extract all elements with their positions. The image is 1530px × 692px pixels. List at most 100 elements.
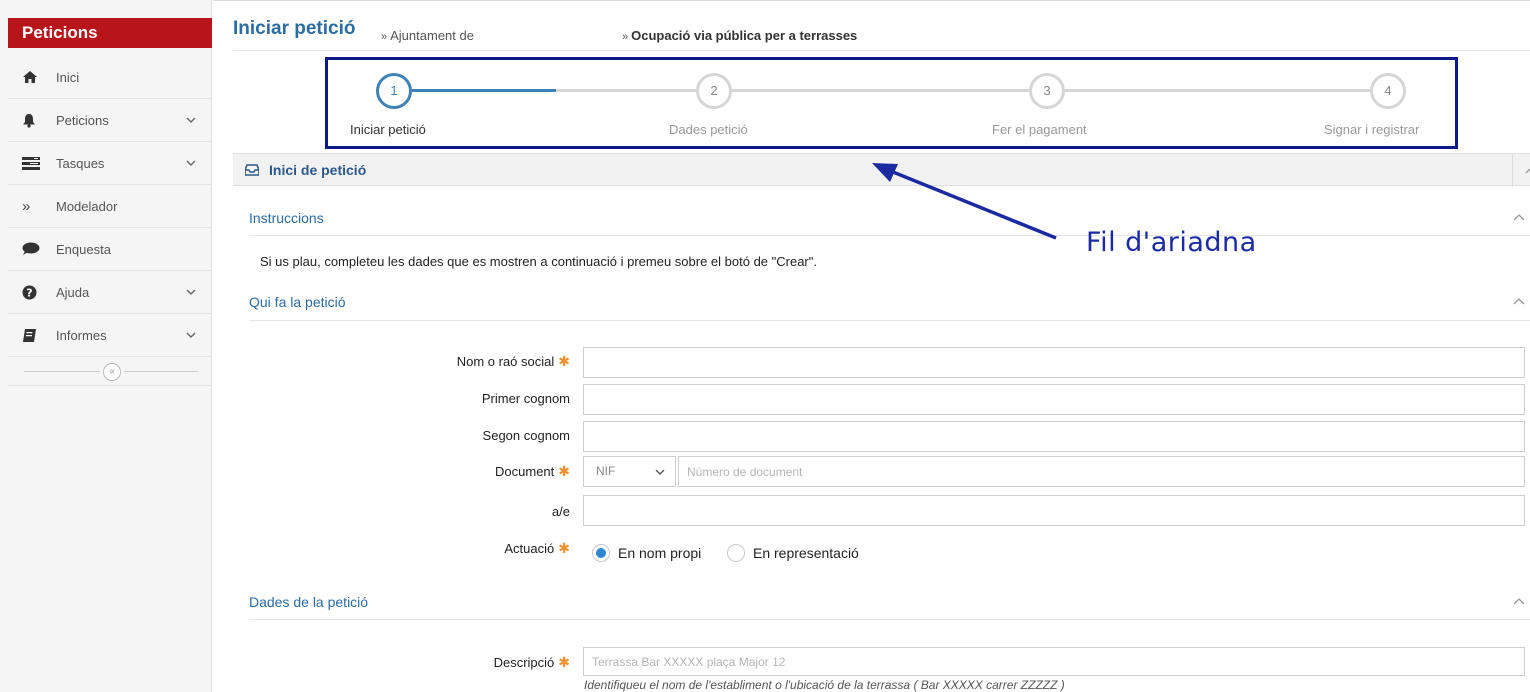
sidebar-item-label: Tasques bbox=[56, 155, 105, 171]
chevron-down-icon bbox=[186, 289, 196, 295]
document-type-value: NIF bbox=[596, 464, 616, 478]
chevron-down-icon bbox=[186, 117, 196, 123]
breadcrumb-item[interactable]: » Ajuntament de bbox=[381, 28, 474, 43]
label-text: Segon cognom bbox=[482, 428, 570, 443]
divider bbox=[124, 371, 198, 372]
wizard-line bbox=[732, 89, 1029, 92]
chevron-down-icon bbox=[186, 332, 196, 338]
breadcrumb-separator: » bbox=[622, 31, 629, 43]
instructions-text: Si us plau, completeu les dades que es m… bbox=[260, 254, 817, 269]
wizard-steps: 1 2 3 4 Iniciar petició Dades petició Fe… bbox=[325, 57, 1458, 149]
sidebar-collapse-row: « bbox=[8, 358, 212, 386]
panel-collapse-button[interactable] bbox=[1512, 154, 1530, 187]
tasks-icon bbox=[22, 156, 44, 170]
wizard-step-1[interactable]: 1 bbox=[376, 73, 412, 109]
sidebar-item-peticions[interactable]: Peticions bbox=[8, 99, 212, 142]
radio-en-nom-propi[interactable]: En nom propi bbox=[592, 544, 701, 562]
field-label-surname2: Segon cognom bbox=[483, 428, 570, 443]
field-label-document: Document ✱ bbox=[495, 463, 570, 480]
sidebar-item-label: Enquesta bbox=[56, 241, 111, 257]
section-title-instruccions[interactable]: Instruccions bbox=[249, 210, 324, 226]
sidebar-item-label: Modelador bbox=[56, 198, 118, 214]
wizard-step-label[interactable]: Fer el pagament bbox=[992, 122, 1087, 137]
document-number-input[interactable] bbox=[678, 456, 1525, 487]
sidebar-item-ajuda[interactable]: ? Ajuda bbox=[8, 271, 212, 314]
wizard-line bbox=[1065, 89, 1370, 92]
name-input[interactable] bbox=[583, 347, 1525, 378]
wizard-step-label[interactable]: Signar i registrar bbox=[1324, 122, 1419, 137]
book-icon bbox=[22, 328, 44, 343]
document-type-select[interactable]: NIF bbox=[583, 456, 676, 487]
chevron-up-icon[interactable] bbox=[1512, 296, 1526, 306]
wizard-progress-line bbox=[412, 89, 556, 92]
field-label-actuacio: Actuació ✱ bbox=[504, 540, 570, 557]
required-asterisk-icon: ✱ bbox=[558, 540, 570, 556]
chat-bubble-icon bbox=[22, 242, 44, 256]
sidebar-collapse-button[interactable]: « bbox=[103, 363, 121, 381]
required-asterisk-icon: ✱ bbox=[558, 463, 570, 479]
sidebar-item-tasques[interactable]: Tasques bbox=[8, 142, 212, 185]
wizard-step-label[interactable]: Iniciar petició bbox=[350, 122, 426, 137]
breadcrumb-label: Ajuntament de bbox=[390, 28, 474, 43]
divider bbox=[233, 50, 1530, 51]
radio-label: En representació bbox=[753, 545, 859, 561]
breadcrumb-label: Ocupació via pública per a terrasses bbox=[631, 28, 858, 43]
radio-unchecked-icon bbox=[727, 544, 745, 562]
divider bbox=[249, 235, 1530, 236]
double-chevron-right-icon: » bbox=[22, 197, 31, 215]
field-label-surname1: Primer cognom bbox=[482, 391, 570, 406]
sidebar-item-label: Ajuda bbox=[56, 284, 90, 300]
field-label-email: a/e bbox=[552, 504, 570, 519]
required-asterisk-icon: ✱ bbox=[558, 353, 570, 369]
description-help-text: Identifiqueu el nom de l'establiment o l… bbox=[584, 678, 1065, 692]
second-surname-input[interactable] bbox=[583, 421, 1525, 452]
divider bbox=[249, 619, 1530, 620]
wizard-step-4[interactable]: 4 bbox=[1370, 73, 1406, 109]
home-icon bbox=[22, 70, 44, 84]
sidebar: Peticions Inici Peticions Tasques » Mode… bbox=[0, 0, 212, 692]
breadcrumb-item[interactable]: » Ocupació via pública per a terrasses bbox=[622, 28, 857, 43]
description-input[interactable] bbox=[583, 647, 1525, 676]
chevron-down-icon bbox=[186, 160, 196, 166]
sidebar-item-informes[interactable]: Informes bbox=[8, 314, 212, 357]
chevron-up-icon[interactable] bbox=[1512, 596, 1526, 606]
question-circle-icon: ? bbox=[22, 285, 44, 300]
field-label-name: Nom o raó social ✱ bbox=[457, 353, 570, 370]
sidebar-title: Peticions bbox=[8, 18, 212, 48]
divider bbox=[24, 371, 100, 372]
panel-header: Inici de petició bbox=[233, 153, 1530, 187]
chevron-up-icon bbox=[1525, 168, 1530, 174]
breadcrumb-separator: » bbox=[381, 31, 388, 43]
radio-label: En nom propi bbox=[618, 545, 702, 561]
sidebar-item-label: Peticions bbox=[56, 112, 109, 128]
radio-en-representacio[interactable]: En representació bbox=[727, 544, 859, 562]
label-text: Document bbox=[495, 464, 555, 479]
inbox-icon bbox=[245, 164, 259, 176]
chevron-down-icon bbox=[655, 469, 665, 475]
sidebar-item-inici[interactable]: Inici bbox=[8, 56, 212, 99]
panel-title: Inici de petició bbox=[269, 162, 367, 178]
wizard-step-label[interactable]: Dades petició bbox=[669, 122, 748, 137]
first-surname-input[interactable] bbox=[583, 384, 1525, 415]
section-title-dades-de-la-peticio[interactable]: Dades de la petició bbox=[249, 594, 368, 610]
label-text: Actuació bbox=[504, 541, 555, 556]
annotation-label: Fil d'ariadna bbox=[1086, 227, 1257, 258]
svg-text:?: ? bbox=[26, 286, 32, 299]
top-border bbox=[213, 0, 1530, 1]
field-label-description: Descripció ✱ bbox=[494, 654, 570, 671]
wizard-line bbox=[556, 89, 696, 92]
sidebar-item-label: Inici bbox=[56, 69, 80, 85]
label-text: Descripció bbox=[493, 655, 555, 670]
sidebar-item-label: Informes bbox=[56, 327, 107, 343]
label-text: Primer cognom bbox=[481, 391, 570, 406]
sidebar-item-modelador[interactable]: » Modelador bbox=[8, 185, 212, 228]
bell-icon bbox=[22, 113, 44, 128]
chevron-up-icon[interactable] bbox=[1512, 212, 1526, 222]
label-text: Nom o raó social bbox=[456, 354, 555, 369]
wizard-step-3[interactable]: 3 bbox=[1029, 73, 1065, 109]
wizard-step-2[interactable]: 2 bbox=[696, 73, 732, 109]
email-input[interactable] bbox=[583, 495, 1525, 526]
label-text: a/e bbox=[551, 504, 570, 519]
sidebar-item-enquesta[interactable]: Enquesta bbox=[8, 228, 212, 271]
section-title-qui-fa-la-peticio[interactable]: Qui fa la petició bbox=[249, 294, 346, 310]
